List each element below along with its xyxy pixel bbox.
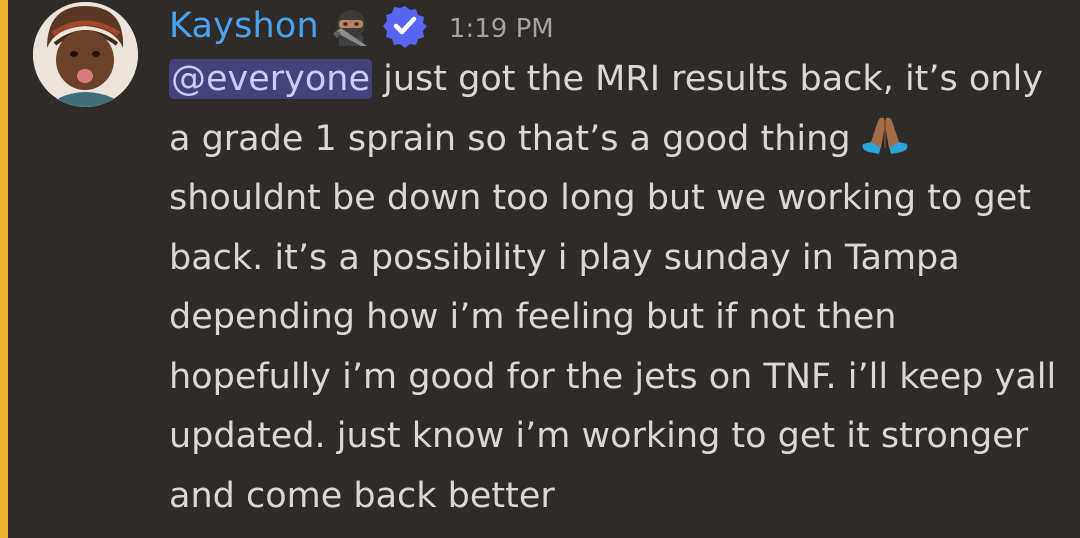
message-content: @everyone just got the MRI results back,… — [169, 50, 1064, 526]
message-text-part-2: shouldnt be down too long but we working… — [169, 178, 1057, 516]
message-timestamp: 1:19 PM — [448, 14, 554, 44]
message-header: Kayshon 1:19 PM — [169, 2, 554, 50]
username[interactable]: Kayshon — [169, 6, 319, 46]
everyone-mention[interactable]: @everyone — [169, 59, 373, 99]
verified-badge-icon — [382, 4, 427, 48]
avatar-image — [33, 2, 138, 107]
ninja-icon — [331, 6, 371, 46]
avatar[interactable] — [33, 2, 138, 107]
chat-message: Kayshon 1:19 PM @everyone just got the M… — [0, 0, 1080, 538]
folded-hands-icon — [857, 114, 913, 158]
